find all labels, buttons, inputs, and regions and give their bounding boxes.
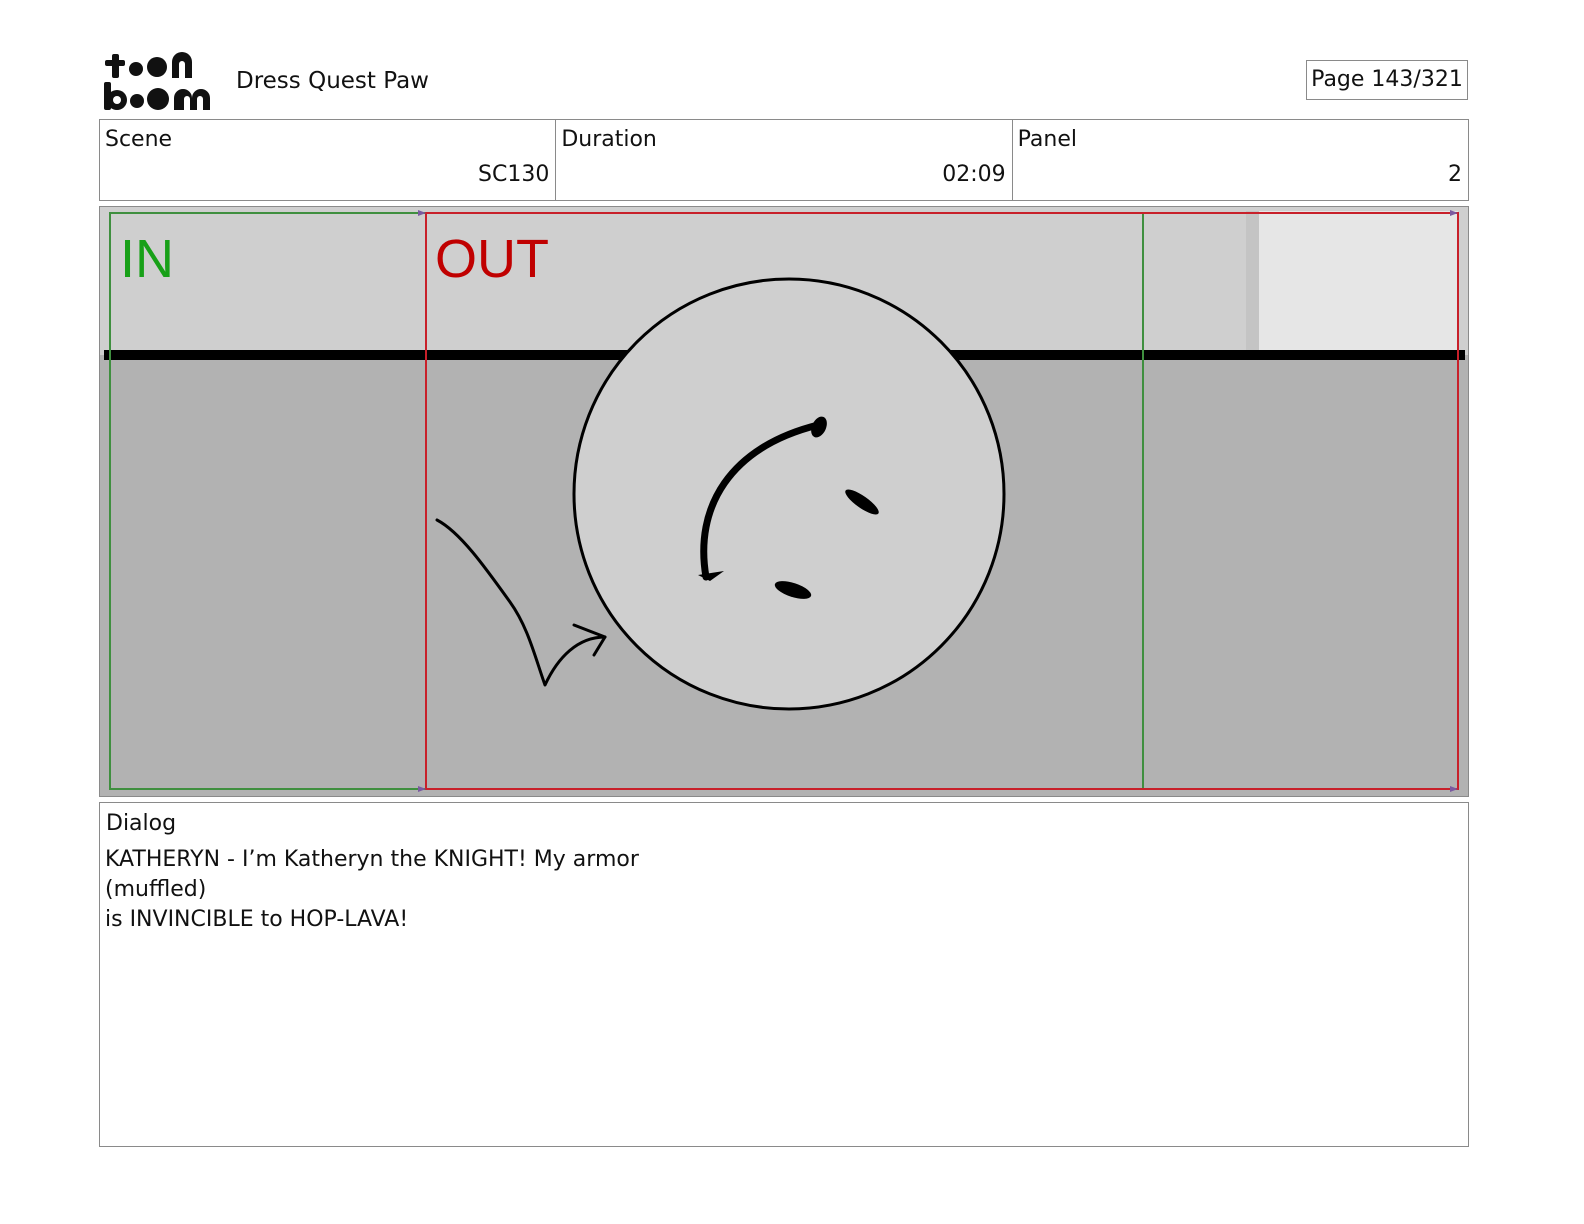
toonboom-logo (104, 52, 210, 110)
dialog-text: KATHERYN - I’m Katheryn the KNIGHT! My a… (105, 845, 639, 935)
wall-edge-shade (1246, 211, 1259, 355)
duration-label: Duration (561, 127, 657, 152)
duration-cell: Duration 02:09 (556, 120, 1013, 200)
scene-value: SC130 (478, 162, 550, 187)
bright-wall-area (1258, 211, 1458, 355)
scene-label: Scene (105, 127, 173, 152)
character-circle (572, 277, 1006, 711)
panel-info-row: Scene SC130 Duration 02:09 Panel 2 (99, 119, 1469, 201)
dialog-line: KATHERYN - I’m Katheryn the KNIGHT! My a… (105, 847, 639, 872)
dialog-line: (muffled) (105, 877, 207, 902)
storyboard-panel: IN OUT (99, 206, 1469, 797)
duration-value: 02:09 (942, 162, 1006, 187)
in-label: IN (120, 229, 174, 289)
panel-value: 2 (1447, 162, 1462, 187)
project-title: Dress Quest Paw (236, 68, 429, 94)
panel-cell: Panel 2 (1013, 120, 1468, 200)
scene-cell: Scene SC130 (100, 120, 557, 200)
out-label: OUT (435, 229, 549, 289)
panel-drawing: IN OUT (100, 207, 1468, 796)
panel-label: Panel (1017, 127, 1078, 152)
dialog-line: is INVINCIBLE to HOP-LAVA! (105, 907, 409, 932)
dialog-section: Dialog KATHERYN - I’m Katheryn the KNIGH… (99, 802, 1469, 1147)
page-indicator: Page 143/321 (1306, 60, 1468, 100)
dialog-label: Dialog (106, 811, 177, 836)
